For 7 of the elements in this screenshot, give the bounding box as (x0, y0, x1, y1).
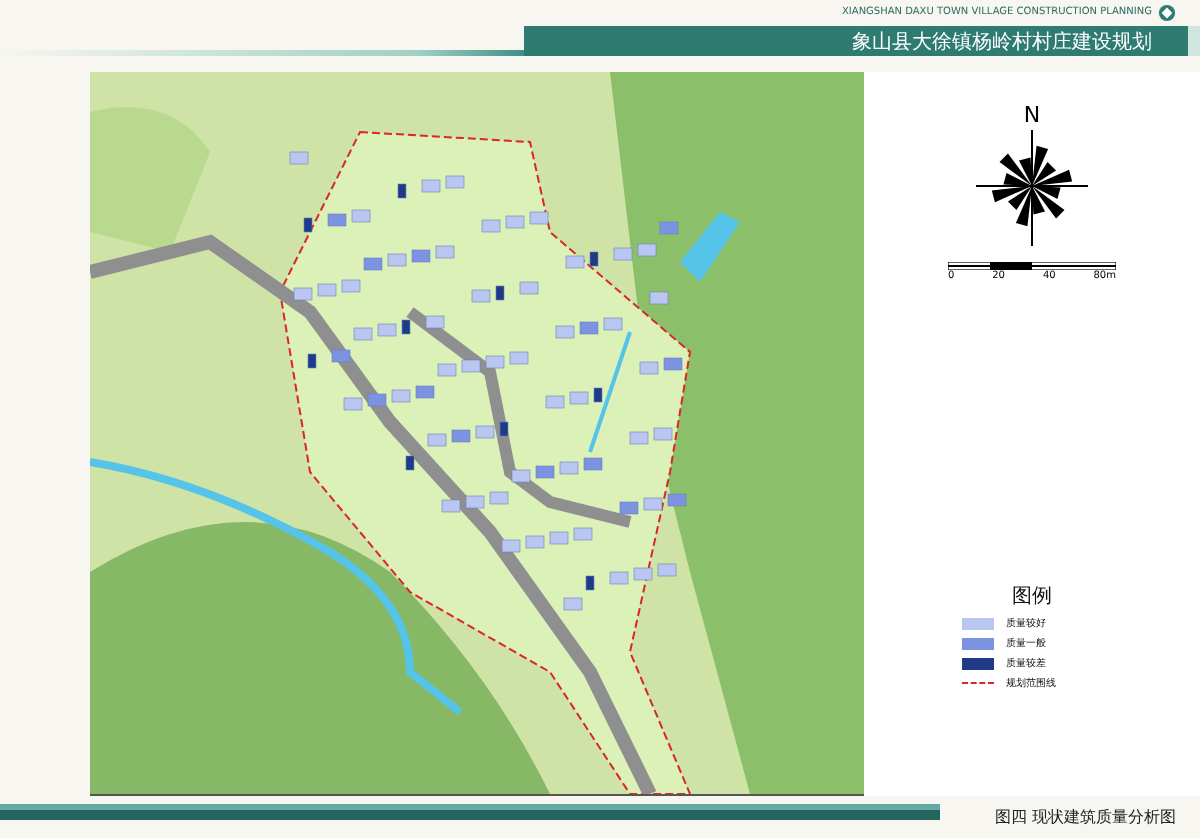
plan-title: 象山县大徐镇杨岭村村庄建设规划 (852, 29, 1152, 56)
logo-icon (1158, 3, 1176, 22)
drawing-caption: 图四 现状建筑质量分析图 (994, 806, 1176, 829)
compass-rose-icon (972, 126, 1092, 251)
scale-bar-icon (948, 262, 1116, 271)
north-label: N (1023, 104, 1041, 127)
legend-title: 图例 (1012, 584, 1052, 611)
